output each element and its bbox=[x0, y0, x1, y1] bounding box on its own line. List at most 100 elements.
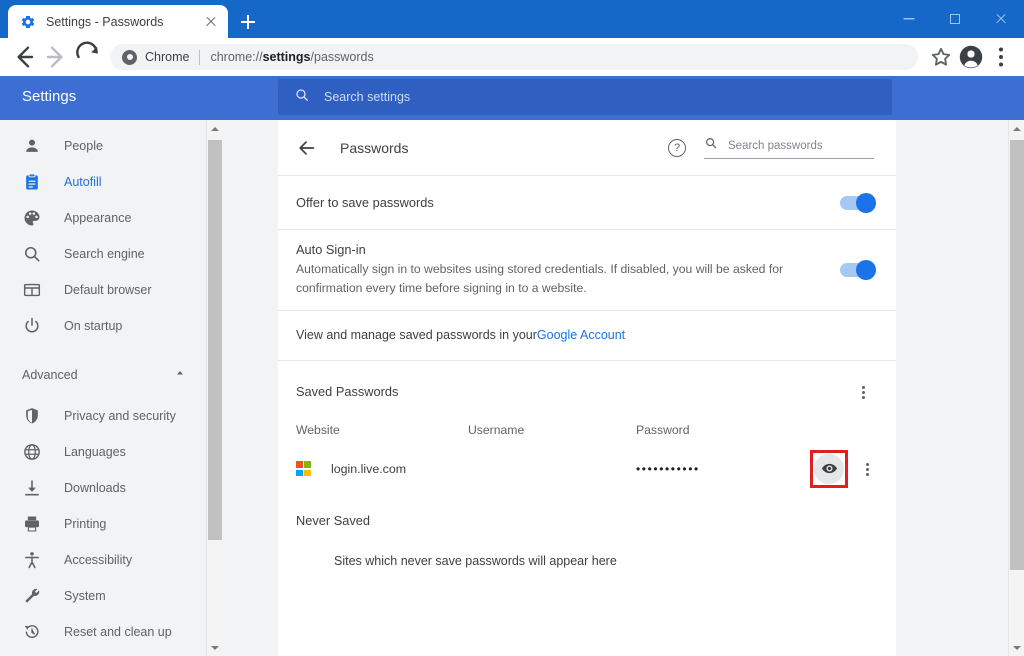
sidebar-item-search-engine[interactable]: Search engine bbox=[0, 236, 206, 272]
help-icon[interactable]: ? bbox=[668, 138, 686, 157]
gear-icon bbox=[20, 14, 36, 30]
offer-to-save-passwords-toggle[interactable] bbox=[840, 192, 876, 213]
search-passwords-input[interactable]: Search passwords bbox=[704, 136, 874, 159]
address-bar[interactable]: Chrome chrome://settings/passwords bbox=[110, 44, 918, 70]
auto-signin-toggle[interactable] bbox=[840, 259, 876, 280]
offer-to-save-passwords-label: Offer to save passwords bbox=[296, 194, 434, 210]
sidebar-item-label: Privacy and security bbox=[64, 409, 176, 423]
sidebar-item-autofill[interactable]: Autofill bbox=[0, 164, 206, 200]
sidebar-item-label: System bbox=[64, 589, 106, 603]
column-header-username: Username bbox=[468, 422, 525, 437]
search-passwords-placeholder: Search passwords bbox=[728, 139, 823, 152]
close-icon[interactable] bbox=[202, 13, 220, 31]
auto-signin-row: Auto Sign-in Automatically sign in to we… bbox=[278, 230, 896, 311]
back-arrow-icon[interactable] bbox=[296, 137, 318, 159]
window-controls bbox=[886, 0, 1024, 38]
person-icon bbox=[22, 136, 42, 156]
forward-arrow-icon[interactable] bbox=[40, 41, 72, 73]
sidebar-item-label: People bbox=[64, 139, 103, 153]
scroll-down-arrow-icon[interactable] bbox=[1009, 639, 1024, 656]
sidebar-item-on-startup[interactable]: On startup bbox=[0, 308, 206, 344]
scroll-up-arrow-icon[interactable] bbox=[207, 120, 223, 137]
settings-search-placeholder: Search settings bbox=[324, 90, 411, 104]
url-suffix: /passwords bbox=[310, 50, 374, 64]
globe-icon bbox=[22, 442, 42, 462]
browser-window: Settings - Passwords Chrome chrome://set… bbox=[0, 0, 1024, 656]
printer-icon bbox=[22, 514, 42, 534]
sidebar-item-default-browser[interactable]: Default browser bbox=[0, 272, 206, 308]
sidebar-item-label: Downloads bbox=[64, 481, 126, 495]
minimize-button[interactable] bbox=[886, 0, 932, 38]
sidebar-item-label: Accessibility bbox=[64, 553, 133, 567]
sidebar-item-privacy-and-security[interactable]: Privacy and security bbox=[0, 398, 206, 434]
offer-to-save-passwords-row: Offer to save passwords bbox=[278, 176, 896, 230]
passwords-panel: Passwords ? Search passwords Offer to sa… bbox=[278, 120, 896, 656]
sidebar-scrollbar[interactable] bbox=[206, 120, 222, 656]
saved-passwords-table: Website Username Password login.live.com… bbox=[278, 413, 896, 491]
accessibility-icon bbox=[22, 550, 42, 570]
saved-passwords-heading: Saved Passwords bbox=[296, 384, 399, 400]
sidebar-item-label: Autofill bbox=[64, 175, 102, 189]
three-dot-menu-icon[interactable] bbox=[986, 42, 1016, 72]
reload-icon[interactable] bbox=[72, 41, 104, 73]
sidebar-item-accessibility[interactable]: Accessibility bbox=[0, 542, 206, 578]
sidebar-advanced-toggle[interactable]: Advanced bbox=[0, 358, 206, 392]
history-restore-icon bbox=[22, 622, 42, 642]
omnibox-chip-label: Chrome bbox=[145, 50, 190, 64]
auto-signin-description: Automatically sign in to websites using … bbox=[296, 262, 784, 295]
google-account-note-prefix: View and manage saved passwords in your bbox=[296, 328, 537, 343]
sidebar-scrollbar-thumb[interactable] bbox=[208, 140, 222, 540]
settings-title: Settings bbox=[22, 88, 77, 105]
sidebar-item-downloads[interactable]: Downloads bbox=[0, 470, 206, 506]
sidebar-item-appearance[interactable]: Appearance bbox=[0, 200, 206, 236]
cell-password-masked: ••••••••••• bbox=[636, 461, 700, 476]
cell-actions bbox=[802, 449, 878, 488]
close-button[interactable] bbox=[978, 0, 1024, 38]
maximize-button[interactable] bbox=[932, 0, 978, 38]
main-scrollbar-thumb[interactable] bbox=[1010, 140, 1024, 570]
table-row[interactable]: login.live.com ••••••••••• bbox=[296, 447, 878, 491]
website-name: login.live.com bbox=[331, 461, 407, 476]
sidebar-advanced-label: Advanced bbox=[22, 368, 78, 382]
row-menu-icon[interactable] bbox=[856, 458, 878, 480]
sidebar-item-languages[interactable]: Languages bbox=[0, 434, 206, 470]
google-account-link[interactable]: Google Account bbox=[537, 328, 625, 342]
sidebar-item-label: Reset and clean up bbox=[64, 625, 172, 639]
never-saved-heading: Never Saved bbox=[296, 512, 370, 528]
offer-to-save-passwords-label-wrap: Offer to save passwords bbox=[296, 194, 840, 212]
star-icon[interactable] bbox=[926, 42, 956, 72]
eye-icon bbox=[814, 453, 844, 484]
browser-tab[interactable]: Settings - Passwords bbox=[8, 5, 228, 38]
profile-avatar-icon[interactable] bbox=[956, 42, 986, 72]
scroll-up-arrow-icon[interactable] bbox=[1009, 120, 1024, 137]
google-account-note-row: View and manage saved passwords in your … bbox=[278, 311, 896, 361]
saved-passwords-header: Saved Passwords bbox=[278, 361, 896, 413]
column-header-password: Password bbox=[636, 422, 690, 437]
new-tab-button[interactable] bbox=[236, 10, 260, 34]
sidebar-item-people[interactable]: People bbox=[0, 128, 206, 164]
show-password-button[interactable] bbox=[810, 449, 848, 488]
clipboard-icon bbox=[22, 172, 42, 192]
shield-icon bbox=[22, 406, 42, 426]
never-saved-empty-text: Sites which never save passwords will ap… bbox=[334, 553, 617, 568]
cell-website: login.live.com bbox=[296, 461, 468, 477]
main-scrollbar[interactable] bbox=[1008, 120, 1024, 656]
browser-toolbar: Chrome chrome://settings/passwords bbox=[0, 38, 1024, 76]
search-icon bbox=[294, 87, 310, 108]
auto-signin-text: Auto Sign-in Automatically sign in to we… bbox=[296, 242, 840, 298]
sidebar-item-label: Appearance bbox=[64, 211, 132, 225]
sidebar-item-label: Default browser bbox=[64, 283, 152, 297]
tab-title: Settings - Passwords bbox=[46, 14, 164, 29]
saved-passwords-menu-icon[interactable] bbox=[852, 381, 874, 403]
scroll-down-arrow-icon[interactable] bbox=[207, 639, 223, 656]
settings-sidebar: People Autofill Appearance Search engine bbox=[0, 120, 206, 656]
power-icon bbox=[22, 316, 42, 336]
sidebar-item-system[interactable]: System bbox=[0, 578, 206, 614]
page-title: Passwords bbox=[340, 139, 409, 156]
sidebar-item-reset-and-clean-up[interactable]: Reset and clean up bbox=[0, 614, 206, 650]
back-arrow-icon[interactable] bbox=[8, 41, 40, 73]
settings-body: People Autofill Appearance Search engine bbox=[0, 120, 1024, 656]
sidebar-item-printing[interactable]: Printing bbox=[0, 506, 206, 542]
url-bold-segment: settings bbox=[262, 50, 311, 64]
settings-search-input[interactable]: Search settings bbox=[278, 79, 892, 115]
